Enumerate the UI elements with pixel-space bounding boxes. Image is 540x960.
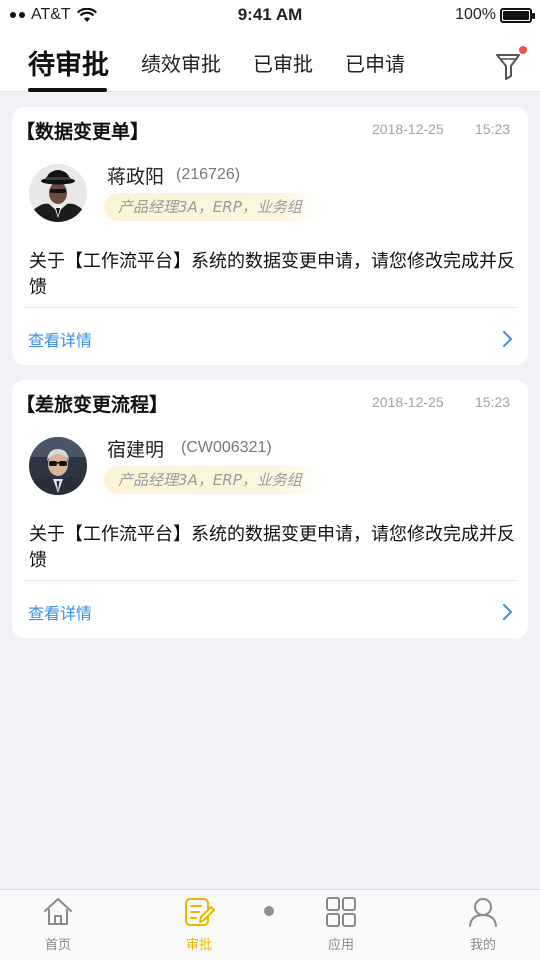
view-details-link[interactable]: 查看详情: [28, 600, 92, 624]
card-date: 2018-12-25: [372, 121, 444, 137]
approval-card[interactable]: 【数据变更单】 2018-12-25 15:23 蒋政阳 (216726) 产品…: [12, 107, 528, 365]
nav-approval[interactable]: 审批: [149, 890, 249, 960]
card-title: 【数据变更单】: [16, 121, 150, 143]
card-time: 15:23: [475, 394, 511, 410]
status-bar: AT&T 9:41 AM 100%: [0, 0, 540, 32]
nav-label: 我的: [469, 938, 496, 953]
chevron-right-icon[interactable]: [500, 603, 514, 621]
apps-grid-icon: [326, 897, 356, 927]
card-message: 关于【工作流平台】系统的数据变更申请，请您修改完成并反馈: [29, 524, 515, 571]
battery-icon: [500, 7, 535, 23]
view-details-link[interactable]: 查看详情: [28, 327, 92, 351]
status-right: 100%: [455, 6, 535, 24]
tab-applied[interactable]: 已申请: [345, 48, 405, 77]
filter-icon[interactable]: [493, 46, 529, 82]
card-divider: [24, 580, 517, 581]
approval-edit-icon: [185, 898, 215, 926]
tab-active-indicator: [28, 88, 107, 92]
person-id: (216726): [176, 166, 241, 183]
avatar: [29, 437, 87, 495]
bottom-nav: 首页 审批 应用 我的: [0, 889, 540, 960]
card-message: 关于【工作流平台】系统的数据变更申请，请您修改完成并反馈: [29, 251, 515, 298]
tab-header: 待审批 绩效审批 已审批 已申请: [0, 32, 540, 92]
nav-profile[interactable]: 我的: [433, 890, 533, 960]
nav-label: 应用: [327, 938, 354, 953]
role-tag: 产品经理3A，ERP，业务组: [104, 193, 324, 221]
person-name: 蒋政阳: [107, 166, 165, 188]
battery-percent: 100%: [455, 6, 496, 23]
home-icon: [44, 898, 72, 925]
card-divider: [24, 307, 517, 308]
avatar: [29, 164, 87, 222]
nav-home[interactable]: 首页: [8, 890, 108, 960]
card-date: 2018-12-25: [372, 394, 444, 410]
card-title: 【差旅变更流程】: [16, 394, 169, 416]
tab-pending[interactable]: 待审批: [28, 43, 109, 82]
chevron-right-icon[interactable]: [500, 330, 514, 348]
user-icon: [469, 898, 497, 927]
assistive-touch-dot[interactable]: [264, 906, 274, 916]
nav-label: 首页: [44, 938, 71, 953]
role-tag: 产品经理3A，ERP，业务组: [104, 466, 324, 494]
approval-card[interactable]: 【差旅变更流程】 2018-12-25 15:23 宿建明 (CW006321)…: [12, 380, 528, 638]
tab-performance[interactable]: 绩效审批: [141, 48, 221, 77]
nav-label: 审批: [185, 938, 212, 953]
person-name: 宿建明: [107, 439, 165, 461]
card-time: 15:23: [475, 121, 511, 137]
person-id: (CW006321): [181, 439, 272, 456]
tab-approved[interactable]: 已审批: [253, 48, 313, 77]
nav-apps[interactable]: 应用: [291, 890, 391, 960]
filter-badge-dot: [519, 46, 527, 54]
